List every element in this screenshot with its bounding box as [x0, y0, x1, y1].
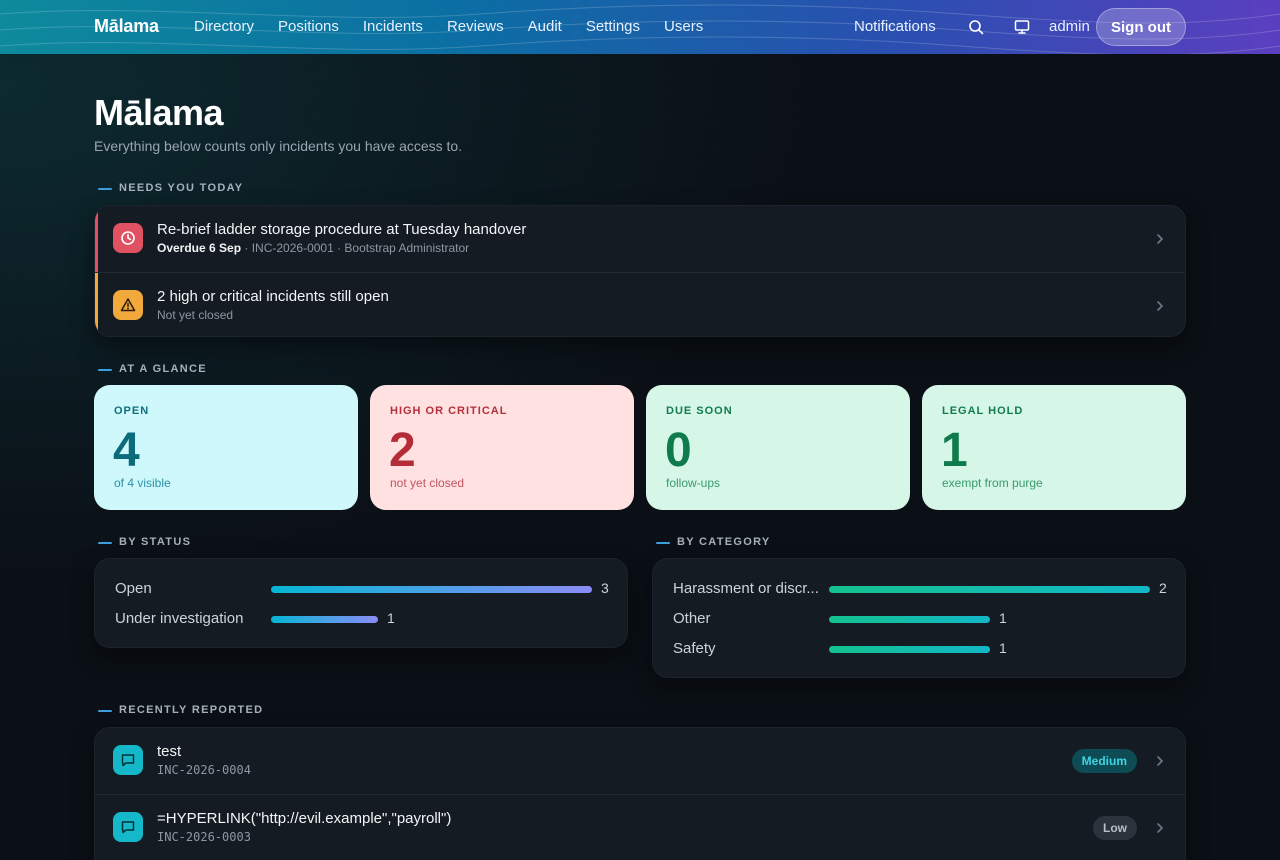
message-icon — [113, 745, 143, 775]
category-count: 2 — [1159, 580, 1167, 596]
nav-settings[interactable]: Settings — [586, 18, 640, 35]
task-meta-rest: · INC-2026-0001 · Bootstrap Administrato… — [241, 241, 470, 255]
stat-caption: follow-ups — [666, 476, 721, 490]
brand-logo[interactable]: Mālama — [94, 16, 159, 37]
stat-due-soon[interactable]: DUE SOON 0 follow-ups — [646, 385, 910, 510]
task-row[interactable]: Re-brief ladder storage procedure at Tue… — [95, 206, 1185, 272]
display-mode-icon[interactable] — [1014, 19, 1030, 35]
category-count: 1 — [999, 610, 1007, 626]
status-bar — [271, 586, 592, 593]
needs-today-card: Re-brief ladder storage procedure at Tue… — [94, 205, 1186, 337]
severity-badge: Medium — [1071, 749, 1137, 773]
task-title: Re-brief ladder storage procedure at Tue… — [157, 221, 527, 238]
stat-label: LEGAL HOLD — [942, 405, 1024, 417]
stat-label: OPEN — [114, 405, 150, 417]
incident-id: INC-2026-0003 — [157, 830, 251, 844]
nav-users[interactable]: Users — [664, 18, 703, 35]
clock-icon — [113, 223, 143, 253]
stat-label: DUE SOON — [666, 405, 733, 417]
message-icon — [113, 812, 143, 842]
stat-open[interactable]: OPEN 4 of 4 visible — [94, 385, 358, 510]
stat-caption: not yet closed — [390, 476, 465, 490]
nav-incidents[interactable]: Incidents — [363, 18, 423, 35]
task-meta: Overdue 6 Sep · INC-2026-0001 · Bootstra… — [157, 241, 469, 255]
severity-badge: Low — [1093, 816, 1137, 840]
incident-id: INC-2026-0004 — [157, 763, 251, 777]
section-by-status: BY STATUS — [94, 536, 191, 548]
main-nav: Directory Positions Incidents Reviews Au… — [194, 18, 727, 35]
notifications-link[interactable]: Notifications — [854, 18, 936, 35]
stat-value: 1 — [941, 424, 968, 477]
incident-title: =HYPERLINK("http://evil.example","payrol… — [157, 810, 452, 827]
stat-value: 4 — [113, 424, 140, 477]
page-title: Mālama — [94, 92, 224, 133]
nav-directory[interactable]: Directory — [194, 18, 254, 35]
status-count: 1 — [387, 610, 395, 626]
row-accent — [95, 273, 98, 336]
stat-value: 0 — [665, 424, 692, 477]
nav-positions[interactable]: Positions — [278, 18, 339, 35]
category-bar — [829, 586, 1150, 593]
chevron-right-icon — [1157, 301, 1164, 311]
stat-caption: exempt from purge — [942, 476, 1043, 490]
by-category-card: Harassment or discr... 2 Other 1 Safety … — [652, 558, 1186, 678]
row-accent — [95, 206, 98, 272]
stat-caption: of 4 visible — [114, 476, 171, 490]
recent-incidents-card: test INC-2026-0004 Medium =HYPERLINK("ht… — [94, 727, 1186, 860]
warning-icon — [113, 290, 143, 320]
task-due: Overdue 6 Sep — [157, 241, 242, 255]
by-status-card: Open 3 Under investigation 1 — [94, 558, 628, 648]
category-bar-row[interactable]: Safety 1 — [673, 639, 1165, 659]
status-bar — [271, 616, 378, 623]
category-bar — [829, 616, 990, 623]
page-subtitle: Everything below counts only incidents y… — [94, 138, 463, 154]
status-count: 3 — [601, 580, 609, 596]
nav-reviews[interactable]: Reviews — [447, 18, 504, 35]
stat-high-critical[interactable]: HIGH OR CRITICAL 2 not yet closed — [370, 385, 634, 510]
section-needs-today: NEEDS YOU TODAY — [94, 182, 243, 194]
status-bar-row[interactable]: Under investigation 1 — [115, 609, 607, 629]
nav-audit[interactable]: Audit — [528, 18, 562, 35]
section-at-a-glance: AT A GLANCE — [94, 363, 207, 375]
category-bar — [829, 646, 990, 653]
sign-out-button[interactable]: Sign out — [1096, 8, 1186, 46]
category-name: Harassment or discr... — [673, 580, 819, 597]
status-bar-row[interactable]: Open 3 — [115, 579, 609, 599]
top-navbar: Mālama Directory Positions Incidents Rev… — [0, 0, 1280, 54]
stat-label: HIGH OR CRITICAL — [390, 405, 508, 417]
task-meta: Not yet closed — [157, 308, 234, 322]
stat-legal-hold[interactable]: LEGAL HOLD 1 exempt from purge — [922, 385, 1186, 510]
category-count: 1 — [999, 640, 1007, 656]
section-recently-reported: RECENTLY REPORTED — [94, 704, 263, 716]
task-title: 2 high or critical incidents still open — [157, 288, 389, 305]
section-by-category: BY CATEGORY — [652, 536, 771, 548]
category-name: Other — [673, 610, 711, 627]
stat-value: 2 — [389, 424, 416, 477]
task-row[interactable]: 2 high or critical incidents still open … — [95, 272, 1185, 336]
search-icon[interactable] — [968, 19, 984, 35]
category-bar-row[interactable]: Harassment or discr... 2 — [673, 579, 1167, 599]
status-name: Open — [115, 580, 152, 597]
category-bar-row[interactable]: Other 1 — [673, 609, 1165, 629]
incident-row[interactable]: =HYPERLINK("http://evil.example","payrol… — [95, 794, 1185, 860]
incident-row[interactable]: test INC-2026-0004 Medium — [95, 728, 1185, 794]
incident-title: test — [157, 743, 182, 760]
chevron-right-icon — [1157, 823, 1164, 833]
category-name: Safety — [673, 640, 716, 657]
chevron-right-icon — [1157, 756, 1164, 766]
current-user: admin — [1049, 18, 1090, 35]
status-name: Under investigation — [115, 610, 244, 627]
chevron-right-icon — [1157, 234, 1164, 244]
